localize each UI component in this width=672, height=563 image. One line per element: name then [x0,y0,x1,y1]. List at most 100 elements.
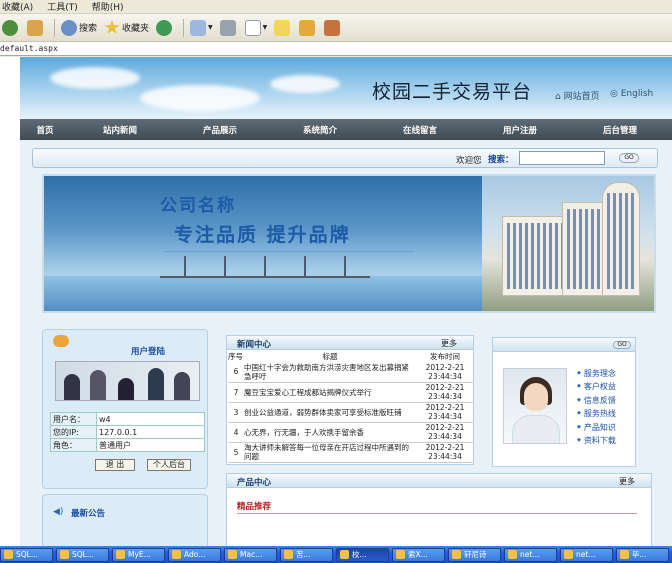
table-row[interactable]: 3 创业公益通道，弱势群体卖家可享受标准版旺铺 2012-2-21 23:44:… [228,402,474,423]
star-icon [104,19,120,35]
app-icon [452,550,461,559]
service-link[interactable]: 客户权益 [577,381,616,394]
news-title: 新闻中心 [237,340,272,350]
service-link[interactable]: 服务热线 [577,408,616,421]
search-go-button[interactable]: GO [619,153,639,163]
nav-home[interactable]: 首页 [20,124,70,136]
home-button[interactable] [27,19,45,36]
search-icon [61,19,77,36]
service-agent-image [503,368,567,444]
news-panel: 新闻中心 更多 序号 标题 发布时间 6 中国红十字会为救助南方洪涝灾害地区发出… [226,335,474,465]
service-go-button[interactable]: GO [613,341,631,349]
login-title: 用户登陆 [131,347,166,357]
news-no: 6 [228,362,244,383]
speaker-icon: ◀) [53,507,64,517]
search-input[interactable] [519,151,605,165]
taskbar-item[interactable]: Mac... [224,547,277,562]
office-people-image [55,361,200,401]
service-link[interactable]: 资料下载 [577,435,616,448]
building-image [482,176,654,311]
menu-tools[interactable]: 工具(T) [47,0,78,13]
folder-button[interactable] [299,19,317,36]
news-table: 序号 标题 发布时间 6 中国红十字会为救助南方洪涝灾害地区发出募捐紧急呼吁 2… [228,352,474,463]
search-button[interactable]: 搜索 [61,19,97,36]
taskbar-item[interactable]: Ado... [168,547,221,562]
notice-panel: ◀) 最新公告 [42,494,208,546]
table-row[interactable]: 4 心无界，行无疆，于人欢携手留余香 2012-2-21 23:44:34 [228,422,474,443]
home-link[interactable]: ⌂ 网站首页 [555,89,600,102]
nav-guestbook[interactable]: 在线留言 [370,124,470,136]
english-link[interactable]: ◎ English [610,89,653,99]
messenger-button[interactable] [324,19,342,36]
app-icon [340,550,349,559]
product-panel: 产品中心 更多 精品推荐 [226,473,652,546]
taskbar-item[interactable]: 毕... [616,547,669,562]
app-icon [564,550,573,559]
news-link[interactable]: 创业公益通道，弱势群体卖家可享受标准版旺铺 [244,402,416,423]
personal-backend-button[interactable]: 个人后台 [147,459,191,471]
ip-value: 127.0.0.1 [96,425,205,439]
user-info-row: 您的IP: 127.0.0.1 [50,425,205,439]
service-link[interactable]: 产品知识 [577,422,616,435]
username-label: 用户名： [50,412,97,426]
taskbar-item[interactable]: 苦... [280,547,333,562]
news-no: 7 [228,382,244,403]
news-no: 3 [228,402,244,423]
taskbar-item-active[interactable]: 校... [336,547,389,562]
table-row[interactable]: 6 中国红十字会为救助南方洪涝灾害地区发出募捐紧急呼吁 2012-2-21 23… [228,362,474,383]
service-links: 服务理念 客户权益 信息反馈 服务热线 产品知识 资料下载 [577,368,616,448]
nav-products[interactable]: 产品展示 [170,124,270,136]
news-date: 2012-2-21 23:44:34 [416,362,474,383]
app-icon [60,550,69,559]
news-date: 2012-2-21 23:44:34 [416,422,474,443]
news-no: 5 [228,442,244,463]
news-link[interactable]: 心无界，行无疆，于人欢携手留余香 [244,422,416,443]
app-icon [284,550,293,559]
menu-help[interactable]: 帮助(H) [92,0,124,13]
note-button[interactable] [274,19,292,36]
username-value: w4 [96,412,205,426]
hero-banner: 公司名称 专注品质 提升品牌 [42,174,656,313]
taskbar-item[interactable]: SQL... [0,547,53,562]
news-link[interactable]: 淘大讲师未解答每一位母亲在开店过程中所遇到的问题 [244,442,416,463]
print-button[interactable] [219,19,238,36]
news-date: 2012-2-21 23:44:34 [416,382,474,403]
role-value: 普通用户 [96,438,205,452]
news-link[interactable]: 中国红十字会为救助南方洪涝灾害地区发出募捐紧急呼吁 [244,362,416,383]
products-more-link[interactable]: 更多 [619,476,635,487]
taskbar-item[interactable]: 轩尼诗 [448,547,501,562]
site-banner: 校园二手交易平台 ⌂ 网站首页 ◎ English [20,57,672,119]
news-link[interactable]: 魔豆宝宝爱心工程成都站揭牌仪式举行 [244,382,416,403]
taskbar-item[interactable]: net... [560,547,613,562]
address-bar[interactable]: default.aspx [0,42,672,56]
table-row[interactable]: 5 淘大讲师未解答每一位母亲在开店过程中所遇到的问题 2012-2-21 23:… [228,442,474,463]
nav-admin[interactable]: 后台管理 [570,124,670,136]
mail-button[interactable]: ▼ [190,19,213,36]
favorites-button[interactable]: 收藏夹 [104,19,150,36]
taskbar-item[interactable]: 索X... [392,547,445,562]
nav-register[interactable]: 用户注册 [470,124,570,136]
menu-favorites[interactable]: 收藏(A) [2,0,33,13]
taskbar-item[interactable]: MyE... [112,547,165,562]
favorites-button-label: 收藏夹 [122,24,150,34]
web-page: 校园二手交易平台 ⌂ 网站首页 ◎ English 首页 站内新闻 产品展示 系… [20,57,672,546]
history-button[interactable] [156,19,174,36]
taskbar-item[interactable]: SQL... [56,547,109,562]
news-more-link[interactable]: 更多 [441,338,457,349]
welcome-text: 欢迎您 [456,156,482,166]
refresh-button[interactable] [2,19,20,36]
globe-icon: ◎ [610,89,621,99]
home-icon [27,19,43,36]
logout-button[interactable]: 退 出 [95,459,135,471]
nav-about[interactable]: 系统简介 [270,124,370,136]
table-row[interactable]: 7 魔豆宝宝爱心工程成都站揭牌仪式举行 2012-2-21 23:44:34 [228,382,474,403]
service-link[interactable]: 服务理念 [577,368,616,381]
taskbar-item[interactable]: net... [504,547,557,562]
service-link[interactable]: 信息反馈 [577,395,616,408]
edit-button[interactable]: ▼ [244,19,267,36]
col-title: 标题 [322,352,338,361]
page-viewport: 校园二手交易平台 ⌂ 网站首页 ◎ English 首页 站内新闻 产品展示 系… [0,57,672,546]
nav-news[interactable]: 站内新闻 [70,124,170,136]
col-date: 发布时间 [430,352,460,361]
app-icon [620,550,629,559]
